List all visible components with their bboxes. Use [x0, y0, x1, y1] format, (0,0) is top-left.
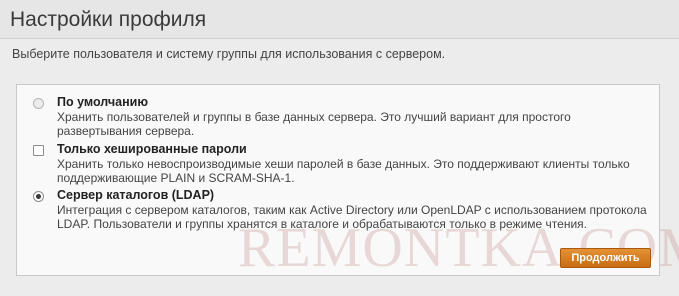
continue-button[interactable]: Продолжить [560, 248, 651, 268]
default-radio[interactable] [33, 98, 44, 109]
option-description: Интеграция с сервером каталогов, таким к… [57, 203, 647, 231]
header: Настройки профиля [0, 0, 679, 39]
option-label: Сервер каталогов (LDAP) [57, 188, 215, 202]
ldap-radio[interactable] [33, 191, 44, 202]
page-subtitle: Выберите пользователя и систему группы д… [12, 47, 446, 61]
option-label: Только хешированные пароли [57, 142, 247, 156]
hashed-passwords-checkbox[interactable] [33, 145, 44, 156]
page-title: Настройки профиля [10, 8, 207, 31]
option-description: Хранить только невоспроизводимые хеши па… [57, 157, 630, 185]
option-description: Хранить пользователей и группы в базе да… [57, 110, 571, 138]
option-label: По умолчанию [57, 95, 149, 109]
